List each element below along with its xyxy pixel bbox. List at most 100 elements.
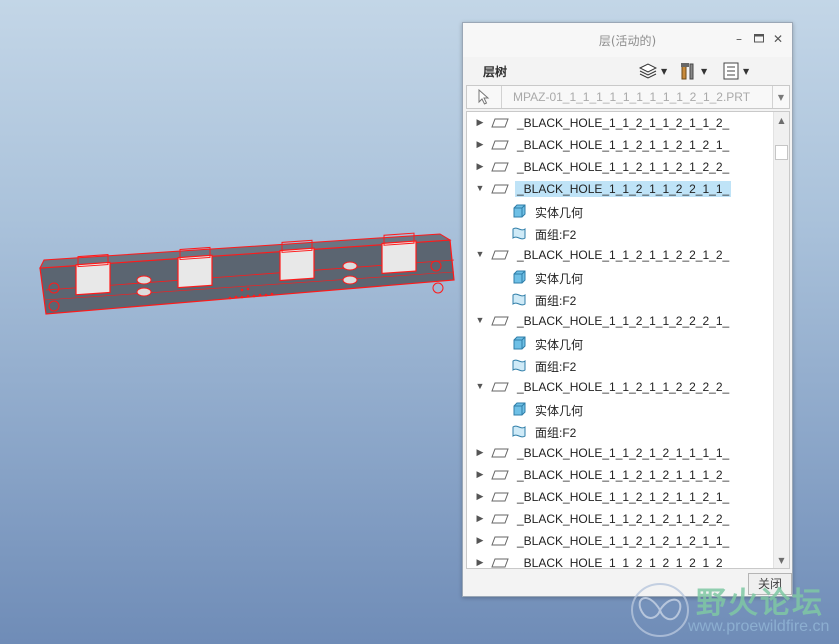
collapsed-arrow-icon[interactable]: ▶	[475, 139, 485, 149]
solid-geometry-icon	[513, 402, 526, 416]
tree-item-label: _BLACK_HOLE_1_1_2_1_2_1_1_1_2_	[517, 468, 730, 482]
tree-child-item[interactable]: 面组:F2	[467, 222, 775, 244]
tree-item-label: _BLACK_HOLE_1_1_2_1_1_2_1_2_2_	[517, 160, 730, 174]
layers-menu-button[interactable]: ▼	[639, 61, 667, 81]
model-selector[interactable]: MPAZ-01_1_1_1_1_1_1_1_1_1_2_1_2.PRT ▼	[466, 85, 790, 109]
layer-icon	[491, 184, 509, 194]
collapsed-arrow-icon[interactable]: ▶	[475, 447, 485, 457]
expanded-arrow-icon[interactable]: ▼	[475, 381, 485, 391]
tree-layer-item[interactable]: ▶ _BLACK_HOLE_1_1_2_1_2_1_1_1_1_	[467, 442, 775, 464]
tree-layer-item[interactable]: ▶ _BLACK_HOLE_1_1_2_1_1_2_1_1_2_	[467, 112, 775, 134]
scroll-thumb[interactable]	[775, 145, 788, 160]
tree-item-label: _BLACK_HOLE_1_1_2_1_2_1_2_1_2_	[517, 556, 730, 569]
chevron-down-icon: ▼	[661, 66, 668, 76]
tree-child-item[interactable]: 实体几何	[467, 266, 775, 288]
tree-scrollbar[interactable]: ▲ ▼	[773, 112, 789, 568]
scroll-up-icon[interactable]: ▲	[774, 112, 789, 128]
tools-menu-button[interactable]: ▼	[679, 61, 707, 81]
show-menu-button[interactable]: ▼	[723, 61, 749, 81]
tree-item-label: 实体几何	[535, 272, 584, 286]
tools-icon	[681, 63, 694, 80]
tree-item-label: _BLACK_HOLE_1_1_2_1_2_1_1_2_2_	[517, 512, 730, 526]
forum-watermark: 野火论坛 www.proewildfire.cn	[628, 578, 834, 640]
layer-tree-label: 层树	[483, 65, 508, 79]
layer-icon	[491, 536, 509, 546]
collapsed-arrow-icon[interactable]: ▶	[475, 161, 485, 171]
chevron-down-icon[interactable]: ▼	[772, 86, 789, 108]
tree-layer-item[interactable]: ▶ _BLACK_HOLE_1_1_2_1_2_1_2_1_1_	[467, 530, 775, 552]
scroll-down-icon[interactable]: ▼	[774, 552, 789, 568]
dialog-titlebar[interactable]: 层(活动的) – ✕	[463, 23, 792, 57]
tree-layer-item[interactable]: ▶ _BLACK_HOLE_1_1_2_1_2_1_1_1_2_	[467, 464, 775, 486]
tree-child-item[interactable]: 实体几何	[467, 398, 775, 420]
tree-item-label: 面组:F2	[535, 360, 577, 374]
layer-icon	[491, 558, 509, 568]
tree-layer-item[interactable]: ▶ _BLACK_HOLE_1_1_2_1_2_1_2_1_2_	[467, 552, 775, 569]
tree-item-label: 实体几何	[535, 206, 584, 220]
quilt-icon	[512, 359, 526, 372]
layer-icon	[491, 316, 509, 326]
tree-item-label: _BLACK_HOLE_1_1_2_1_2_1_1_1_1_	[517, 446, 730, 460]
tree-layer-item[interactable]: ▼ _BLACK_HOLE_1_1_2_1_1_2_2_1_2_	[467, 244, 775, 266]
tree-layer-item[interactable]: ▶ _BLACK_HOLE_1_1_2_1_1_2_1_2_2_	[467, 156, 775, 178]
tree-layer-item[interactable]: ▼ _BLACK_HOLE_1_1_2_1_1_2_2_2_2_	[467, 376, 775, 398]
select-cursor-button[interactable]	[467, 86, 502, 108]
chevron-down-icon: ▼	[701, 66, 708, 76]
layer-icon	[491, 250, 509, 260]
quilt-icon	[512, 425, 526, 438]
close-icon[interactable]: ✕	[770, 31, 786, 47]
tree-item-label: _BLACK_HOLE_1_1_2_1_1_2_2_1_2_	[517, 248, 730, 262]
part-model-wireframe[interactable]	[30, 230, 470, 330]
layer-tree[interactable]: ▶ _BLACK_HOLE_1_1_2_1_1_2_1_1_2_ ▶ _BLACK_H…	[466, 111, 790, 569]
collapsed-arrow-icon[interactable]: ▶	[475, 469, 485, 479]
collapsed-arrow-icon[interactable]: ▶	[475, 535, 485, 545]
tree-item-label: _BLACK_HOLE_1_1_2_1_2_1_1_2_1_	[517, 490, 730, 504]
chevron-down-icon: ▼	[743, 66, 750, 76]
expanded-arrow-icon[interactable]: ▼	[475, 249, 485, 259]
layer-dialog: 层(活动的) – ✕ 层树 ▼ ▼ ▼ MPAZ-01_1_1_1_1_1_1_…	[462, 22, 793, 597]
tree-layer-item[interactable]: ▼ _BLACK_HOLE_1_1_2_1_1_2_2_1_1_	[467, 178, 775, 200]
layer-icon	[491, 470, 509, 480]
tree-child-item[interactable]: 面组:F2	[467, 288, 775, 310]
tree-layer-item[interactable]: ▶ _BLACK_HOLE_1_1_2_1_2_1_1_2_1_	[467, 486, 775, 508]
tree-item-label: _BLACK_HOLE_1_1_2_1_1_2_2_2_1_	[517, 314, 730, 328]
butterfly-logo-icon	[631, 583, 689, 637]
tree-child-item[interactable]: 面组:F2	[467, 420, 775, 442]
minimize-icon[interactable]: –	[731, 31, 747, 47]
quilt-icon	[512, 227, 526, 240]
tree-item-label: 面组:F2	[535, 228, 577, 242]
collapsed-arrow-icon[interactable]: ▶	[475, 513, 485, 523]
tree-item-label: _BLACK_HOLE_1_1_2_1_1_2_1_1_2_	[517, 116, 730, 130]
solid-geometry-icon	[513, 204, 526, 218]
layer-icon	[491, 140, 509, 150]
collapsed-arrow-icon[interactable]: ▶	[475, 557, 485, 567]
layer-icon	[491, 514, 509, 524]
dialog-toolbar: 层树 ▼ ▼ ▼	[463, 57, 792, 85]
expanded-arrow-icon[interactable]: ▼	[475, 183, 485, 193]
list-icon	[723, 62, 739, 80]
layer-icon	[491, 118, 509, 128]
collapsed-arrow-icon[interactable]: ▶	[475, 491, 485, 501]
tree-layer-item[interactable]: ▶ _BLACK_HOLE_1_1_2_1_2_1_1_2_2_	[467, 508, 775, 530]
tree-item-label: 面组:F2	[535, 426, 577, 440]
tree-child-item[interactable]: 实体几何	[467, 332, 775, 354]
tree-item-label: 实体几何	[535, 338, 584, 352]
tree-child-item[interactable]: 面组:F2	[467, 354, 775, 376]
tree-item-label: _BLACK_HOLE_1_1_2_1_1_2_2_2_2_	[517, 380, 730, 394]
tree-item-label: _BLACK_HOLE_1_1_2_1_1_2_1_2_1_	[517, 138, 730, 152]
layer-icon	[491, 382, 509, 392]
layer-icon	[491, 492, 509, 502]
expanded-arrow-icon[interactable]: ▼	[475, 315, 485, 325]
tree-item-label: 面组:F2	[535, 294, 577, 308]
layer-icon	[491, 448, 509, 458]
tree-layer-item[interactable]: ▼ _BLACK_HOLE_1_1_2_1_1_2_2_2_1_	[467, 310, 775, 332]
tree-item-label: _BLACK_HOLE_1_1_2_1_2_1_2_1_1_	[517, 534, 730, 548]
quilt-icon	[512, 293, 526, 306]
layers-icon	[639, 63, 657, 79]
tree-child-item[interactable]: 实体几何	[467, 200, 775, 222]
select-cursor-icon	[478, 89, 490, 105]
tree-layer-item[interactable]: ▶ _BLACK_HOLE_1_1_2_1_1_2_1_2_1_	[467, 134, 775, 156]
maximize-icon[interactable]	[751, 31, 767, 47]
watermark-url: www.proewildfire.cn	[688, 618, 830, 635]
collapsed-arrow-icon[interactable]: ▶	[475, 117, 485, 127]
